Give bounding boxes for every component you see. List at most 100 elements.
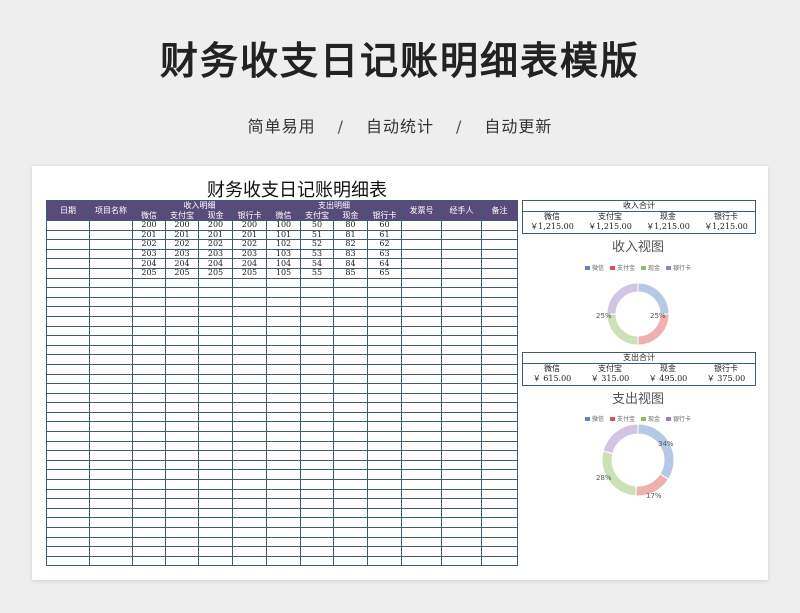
table-cell[interactable] xyxy=(198,373,233,385)
table-cell[interactable] xyxy=(266,287,301,298)
table-cell[interactable] xyxy=(46,287,90,298)
table-cell[interactable] xyxy=(266,325,301,337)
table-cell[interactable] xyxy=(232,536,267,548)
table-cell[interactable] xyxy=(46,488,90,500)
table-cell[interactable] xyxy=(300,431,334,442)
table-cell[interactable] xyxy=(367,440,402,452)
table-cell[interactable] xyxy=(46,411,90,423)
table-cell[interactable] xyxy=(266,555,301,567)
table-cell[interactable] xyxy=(300,507,334,519)
table-cell[interactable] xyxy=(401,220,442,231)
table-cell[interactable] xyxy=(198,354,233,365)
table-cell[interactable] xyxy=(481,507,518,519)
table-cell[interactable]: 203 xyxy=(165,248,199,260)
table-cell[interactable] xyxy=(89,344,133,356)
table-cell[interactable] xyxy=(46,421,90,433)
table-cell[interactable] xyxy=(198,536,233,548)
table-cell[interactable] xyxy=(89,383,133,394)
table-cell[interactable] xyxy=(333,306,368,317)
table-cell[interactable] xyxy=(441,229,482,241)
table-cell[interactable] xyxy=(132,306,166,317)
table-cell[interactable] xyxy=(165,402,199,413)
table-cell[interactable] xyxy=(333,402,368,413)
table-cell[interactable] xyxy=(367,517,402,528)
table-cell[interactable] xyxy=(165,383,199,394)
table-cell[interactable] xyxy=(401,536,442,548)
table-cell[interactable]: 202 xyxy=(132,239,166,250)
table-cell[interactable]: 204 xyxy=(232,258,267,269)
table-cell[interactable] xyxy=(165,373,199,385)
table-cell[interactable] xyxy=(401,392,442,404)
table-cell[interactable] xyxy=(165,498,199,509)
table-cell[interactable] xyxy=(367,450,402,461)
table-cell[interactable] xyxy=(198,459,233,471)
table-cell[interactable]: 61 xyxy=(367,229,402,241)
table-cell[interactable]: 85 xyxy=(333,267,368,279)
table-cell[interactable] xyxy=(232,392,267,404)
table-cell[interactable] xyxy=(46,220,90,231)
table-cell[interactable] xyxy=(333,335,368,346)
table-cell[interactable] xyxy=(441,239,482,250)
table-cell[interactable]: 205 xyxy=(232,267,267,279)
table-cell[interactable] xyxy=(165,354,199,365)
table-cell[interactable] xyxy=(198,498,233,509)
table-cell[interactable] xyxy=(89,287,133,298)
table-cell[interactable] xyxy=(441,383,482,394)
table-cell[interactable] xyxy=(441,220,482,231)
table-cell[interactable] xyxy=(165,527,199,538)
table-cell[interactable] xyxy=(333,363,368,375)
table-cell[interactable] xyxy=(232,421,267,433)
table-cell[interactable] xyxy=(300,498,334,509)
table-cell[interactable] xyxy=(198,363,233,375)
table-cell[interactable]: 50 xyxy=(300,220,334,231)
table-cell[interactable] xyxy=(441,527,482,538)
table-cell[interactable] xyxy=(165,517,199,528)
table-cell[interactable] xyxy=(266,335,301,346)
table-cell[interactable] xyxy=(441,411,482,423)
table-cell[interactable]: 100 xyxy=(266,220,301,231)
table-cell[interactable] xyxy=(165,459,199,471)
table-cell[interactable] xyxy=(165,325,199,337)
table-cell[interactable]: 55 xyxy=(300,267,334,279)
table-cell[interactable] xyxy=(266,363,301,375)
table-cell[interactable] xyxy=(401,344,442,356)
table-cell[interactable] xyxy=(300,450,334,461)
table-cell[interactable] xyxy=(367,402,402,413)
table-cell[interactable] xyxy=(165,440,199,452)
table-cell[interactable] xyxy=(333,459,368,471)
table-cell[interactable] xyxy=(367,555,402,567)
table-cell[interactable] xyxy=(165,344,199,356)
table-cell[interactable] xyxy=(232,555,267,567)
table-cell[interactable] xyxy=(333,325,368,337)
table-cell[interactable] xyxy=(401,546,442,557)
table-cell[interactable] xyxy=(401,354,442,365)
table-cell[interactable] xyxy=(481,354,518,365)
table-cell[interactable] xyxy=(481,229,518,241)
table-cell[interactable] xyxy=(89,507,133,519)
table-cell[interactable] xyxy=(165,536,199,548)
table-cell[interactable] xyxy=(46,469,90,481)
table-cell[interactable] xyxy=(401,498,442,509)
table-cell[interactable] xyxy=(333,450,368,461)
table-cell[interactable] xyxy=(333,536,368,548)
table-cell[interactable] xyxy=(89,220,133,231)
table-cell[interactable] xyxy=(401,488,442,500)
table-cell[interactable]: 201 xyxy=(132,229,166,241)
table-cell[interactable] xyxy=(441,392,482,404)
table-cell[interactable] xyxy=(481,555,518,567)
table-cell[interactable] xyxy=(89,555,133,567)
table-cell[interactable] xyxy=(89,354,133,365)
table-cell[interactable] xyxy=(198,450,233,461)
table-cell[interactable]: 201 xyxy=(165,229,199,241)
table-cell[interactable] xyxy=(441,469,482,481)
table-cell[interactable] xyxy=(232,411,267,423)
table-cell[interactable] xyxy=(232,325,267,337)
table-cell[interactable] xyxy=(232,373,267,385)
table-cell[interactable] xyxy=(441,507,482,519)
table-cell[interactable]: 84 xyxy=(333,258,368,269)
table-cell[interactable] xyxy=(401,296,442,308)
table-cell[interactable] xyxy=(46,296,90,308)
table-cell[interactable] xyxy=(232,488,267,500)
table-cell[interactable] xyxy=(441,325,482,337)
table-cell[interactable] xyxy=(165,469,199,481)
